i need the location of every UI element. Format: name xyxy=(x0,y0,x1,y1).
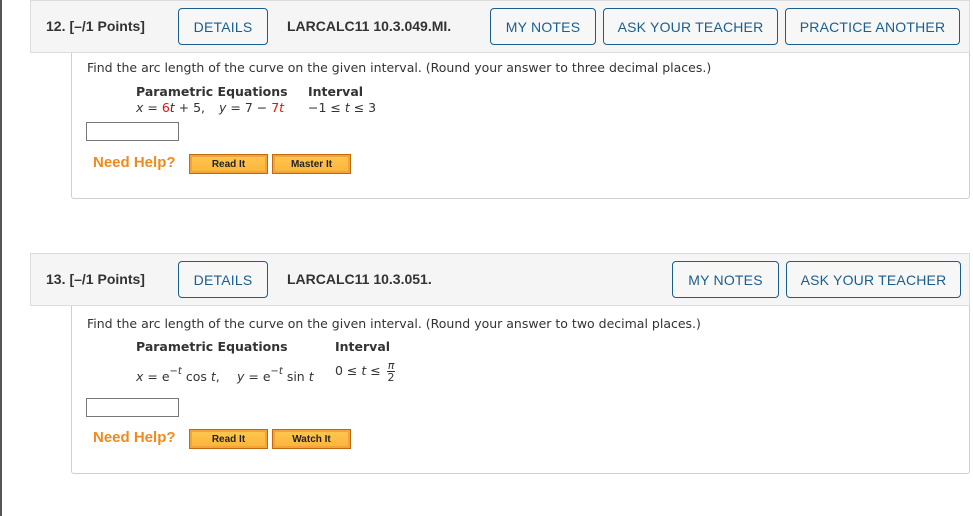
y-equation: y = 7 − 7t xyxy=(219,100,284,115)
details-button[interactable]: DETAILS xyxy=(178,8,268,45)
question-code: LARCALC11 10.3.049.MI. xyxy=(287,18,452,34)
question-code: LARCALC11 10.3.051. xyxy=(287,271,432,287)
fraction-denominator: 2 xyxy=(387,371,395,384)
question-number: 13. xyxy=(46,271,66,287)
eq-sign: = e xyxy=(244,369,271,385)
x-equation: x = e−t cos t, xyxy=(136,366,220,385)
cos-func: cos xyxy=(181,369,211,385)
t-var: t xyxy=(308,369,314,385)
ask-your-teacher-button[interactable]: ASK YOUR TEACHER xyxy=(603,8,778,45)
interval-heading: Interval xyxy=(308,84,364,99)
sin-func: sin xyxy=(282,369,309,385)
question-points: [–/1 Points] xyxy=(69,18,145,34)
question-13-header: 13. [–/1 Points] DETAILS LARCALC11 10.3.0… xyxy=(30,253,970,306)
exponent: −t xyxy=(270,366,283,377)
question-13-body: Find the arc length of the curve on the … xyxy=(71,306,970,474)
ask-your-teacher-button[interactable]: ASK YOUR TEACHER xyxy=(786,261,961,298)
t-var: t xyxy=(279,100,285,115)
x-equation: x = 6t + 5, xyxy=(136,100,205,115)
read-it-button[interactable]: Read It xyxy=(189,154,268,174)
comma: , xyxy=(215,369,220,385)
master-it-button[interactable]: Master It xyxy=(272,154,351,174)
y-equation: y = e−t sin t xyxy=(237,366,314,385)
x-coefficient: 6 xyxy=(161,100,170,115)
question-number: 12. xyxy=(46,18,66,34)
my-notes-button[interactable]: MY NOTES xyxy=(490,8,596,45)
need-help-label: Need Help? xyxy=(93,429,176,446)
leq-sign: ≤ xyxy=(366,363,385,378)
eq-sign: = xyxy=(143,100,162,115)
interval-left: −1 ≤ xyxy=(308,100,345,115)
eq-sign: = 7 − xyxy=(226,100,272,115)
x-rest: + 5, xyxy=(174,100,206,115)
parametric-equations-heading: Parametric Equations xyxy=(136,339,288,354)
question-prompt: Find the arc length of the curve on the … xyxy=(87,60,712,75)
need-help-label: Need Help? xyxy=(93,154,176,171)
exponent: −t xyxy=(169,366,182,377)
interval-value: 0 ≤ t ≤ π2 xyxy=(335,360,396,384)
details-button[interactable]: DETAILS xyxy=(178,261,268,298)
interval-heading: Interval xyxy=(335,339,391,354)
question-points: [–/1 Points] xyxy=(69,271,145,287)
question-12-body: Find the arc length of the curve on the … xyxy=(71,53,970,199)
window-left-edge xyxy=(0,0,2,516)
read-it-button[interactable]: Read It xyxy=(189,429,268,449)
question-12-number: 12. [–/1 Points] xyxy=(46,18,145,34)
watch-it-button[interactable]: Watch It xyxy=(272,429,351,449)
question-13-number: 13. [–/1 Points] xyxy=(46,271,145,287)
answer-input[interactable] xyxy=(86,122,179,141)
question-prompt: Find the arc length of the curve on the … xyxy=(87,316,701,331)
eq-sign: = e xyxy=(143,369,170,385)
question-12-header: 12. [–/1 Points] DETAILS LARCALC11 10.3.0… xyxy=(30,0,970,53)
pi-over-2-fraction: π2 xyxy=(386,360,396,384)
my-notes-button[interactable]: MY NOTES xyxy=(672,261,779,298)
interval-right: ≤ 3 xyxy=(349,100,377,115)
interval-value: −1 ≤ t ≤ 3 xyxy=(308,100,376,115)
answer-input[interactable] xyxy=(86,398,179,417)
interval-left: 0 ≤ xyxy=(335,363,362,378)
y-coefficient: 7 xyxy=(271,100,280,115)
parametric-equations-heading: Parametric Equations xyxy=(136,84,288,99)
practice-another-button[interactable]: PRACTICE ANOTHER xyxy=(785,8,960,45)
